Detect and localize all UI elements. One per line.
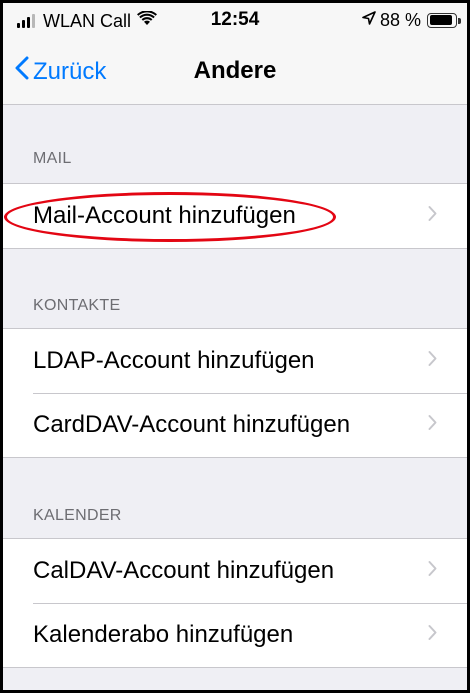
page-title: Andere	[193, 57, 277, 84]
status-bar: WLAN Call 12:54 88 %	[3, 3, 467, 37]
chevron-right-icon	[428, 206, 437, 227]
row-add-mail-account[interactable]: Mail-Account hinzufügen	[3, 184, 467, 248]
chevron-right-icon	[428, 351, 437, 372]
group-calendar: CalDAV-Account hinzufügen Kalenderabo hi…	[3, 538, 467, 668]
battery-icon	[427, 12, 461, 28]
row-label: Kalenderabo hinzufügen	[33, 621, 294, 648]
row-label: CalDAV-Account hinzufügen	[33, 557, 335, 584]
row-label: LDAP-Account hinzufügen	[33, 347, 315, 374]
location-arrow-icon	[362, 9, 376, 31]
group-contacts: LDAP-Account hinzufügen CardDAV-Account …	[3, 328, 467, 458]
row-label: CardDAV-Account hinzufügen	[33, 411, 351, 438]
section-header-calendar: KALENDER	[33, 507, 122, 524]
chevron-right-icon	[428, 625, 437, 646]
row-add-ldap-account[interactable]: LDAP-Account hinzufügen	[3, 329, 467, 393]
group-mail: Mail-Account hinzufügen	[3, 183, 467, 249]
battery-percent: 88 %	[379, 9, 421, 30]
section-header-contacts: KONTAKTE	[33, 297, 121, 314]
row-label: Mail-Account hinzufügen	[33, 202, 296, 229]
chevron-right-icon	[428, 415, 437, 436]
navigation-bar: Zurück Andere	[3, 37, 467, 105]
row-add-calendar-subscription[interactable]: Kalenderabo hinzufügen	[3, 603, 467, 667]
row-add-caldav-account[interactable]: CalDAV-Account hinzufügen	[3, 539, 467, 603]
row-add-carddav-account[interactable]: CardDAV-Account hinzufügen	[3, 393, 467, 457]
section-header-mail: MAIL	[33, 150, 72, 167]
status-right: 88 %	[362, 9, 461, 31]
phone-screen: WLAN Call 12:54 88 % Zurück Andere MAIL …	[0, 0, 470, 693]
battery-fill	[429, 15, 452, 25]
chevron-right-icon	[428, 561, 437, 582]
